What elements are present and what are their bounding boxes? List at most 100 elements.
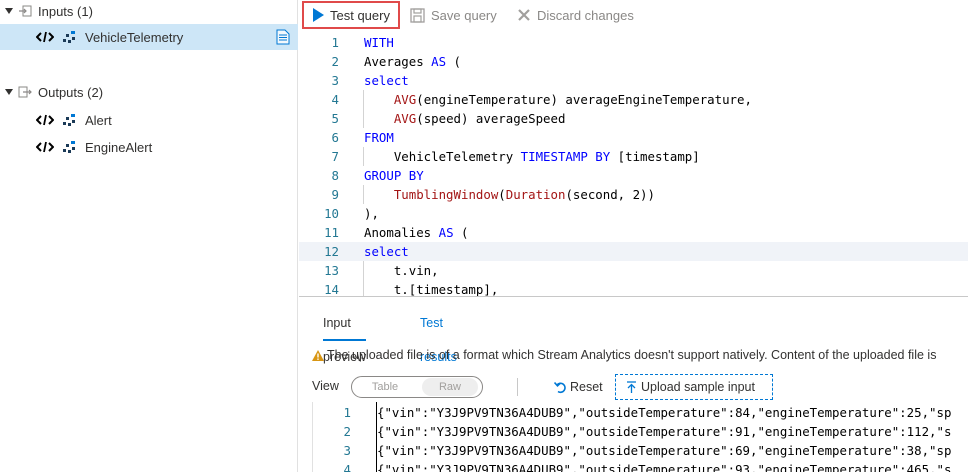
editor-line[interactable]: 8 GROUP BY — [299, 166, 968, 185]
editor-line[interactable]: 4 AVG(engineTemperature) averageEngineTe… — [299, 90, 968, 109]
document-icon[interactable] — [276, 29, 290, 45]
panel-divider[interactable] — [299, 296, 968, 297]
editor-line[interactable]: 11 Anomalies AS ( — [299, 223, 968, 242]
editor-line[interactable]: 14 t.[timestamp], — [299, 280, 968, 296]
test-query-button[interactable]: Test query — [302, 1, 400, 29]
code-text[interactable]: ), — [364, 204, 379, 223]
output-icon — [18, 86, 32, 98]
preview-line: 1 {"vin":"Y3J9PV9TN36A4DUB9","outsideTemp… — [313, 403, 968, 422]
play-icon — [313, 8, 324, 22]
line-number: 10 — [324, 206, 339, 221]
code-text[interactable]: VehicleTelemetry TIMESTAMP BY [timestamp… — [364, 147, 700, 166]
view-label: View — [312, 379, 339, 393]
tree-item-label: VehicleTelemetry — [85, 29, 184, 45]
inputs-group-header[interactable]: Inputs (1) — [0, 0, 93, 22]
preview-line: 3 {"vin":"Y3J9PV9TN36A4DUB9","outsideTemp… — [313, 441, 968, 460]
reset-label: Reset — [570, 380, 603, 394]
tab-input-preview[interactable]: Input preview — [323, 306, 367, 364]
upload-icon — [627, 380, 636, 393]
line-number: 13 — [324, 263, 339, 278]
tree-item-label: EngineAlert — [85, 139, 153, 155]
editor-line[interactable]: 10), — [299, 204, 968, 223]
toggle-raw-option[interactable]: Raw — [422, 378, 478, 396]
tree-item-label: Alert — [85, 112, 112, 128]
line-number: 3 — [331, 73, 339, 88]
tab-test-results[interactable]: Test results — [420, 306, 457, 364]
code-text[interactable]: Averages AS ( — [364, 52, 461, 71]
code-text[interactable]: GROUP BY — [364, 166, 424, 185]
reset-button[interactable]: Reset — [554, 378, 603, 396]
toggle-table-option[interactable]: Table — [353, 378, 417, 396]
editor-line[interactable]: 12 select — [299, 242, 968, 261]
editor-line[interactable]: 13 t.vin, — [299, 261, 968, 280]
indent-guide — [363, 90, 364, 128]
resource-tree: Inputs (1) VehicleTelemetry Outputs (2) … — [0, 0, 298, 472]
line-number: 2 — [331, 54, 339, 69]
inputs-group-label: Inputs (1) — [38, 3, 93, 19]
save-icon — [410, 7, 425, 23]
editor-line[interactable]: 6 FROM — [299, 128, 968, 147]
preview-controls: View Table Raw Reset Upload sample input — [299, 374, 968, 400]
toolbar-divider — [517, 378, 518, 396]
indent-guide — [363, 261, 364, 296]
code-icon — [36, 141, 54, 153]
discard-changes-label: Discard changes — [537, 7, 634, 23]
code-text[interactable]: WITH — [364, 33, 394, 52]
editor-line[interactable]: 7 VehicleTelemetry TIMESTAMP BY [timesta… — [299, 147, 968, 166]
outputs-group-header[interactable]: Outputs (2) — [0, 81, 103, 103]
test-query-label: Test query — [330, 7, 390, 23]
code-text[interactable]: select — [364, 71, 409, 90]
code-text[interactable]: select — [364, 242, 409, 261]
preview-line: 2 {"vin":"Y3J9PV9TN36A4DUB9","outsideTemp… — [313, 422, 968, 441]
editor-line[interactable]: 3 select — [299, 71, 968, 90]
line-number: 1 — [343, 405, 351, 420]
tree-item-vehicletelemetry[interactable]: VehicleTelemetry — [0, 24, 298, 50]
code-text[interactable]: FROM — [364, 128, 394, 147]
format-warning: The uploaded file is of a format which S… — [312, 346, 968, 364]
line-number: 9 — [331, 187, 339, 202]
warning-icon — [312, 349, 324, 361]
save-query-button[interactable]: Save query — [410, 1, 497, 29]
code-text[interactable]: t.[timestamp], — [364, 280, 498, 296]
json-record: {"vin":"Y3J9PV9TN36A4DUB9","outsideTempe… — [377, 443, 952, 458]
line-number: 5 — [331, 111, 339, 126]
code-text[interactable]: TumblingWindow(Duration(second, 2)) — [364, 185, 655, 204]
view-toggle[interactable]: Table Raw — [351, 376, 483, 398]
code-text[interactable]: AVG(engineTemperature) averageEngineTemp… — [364, 90, 752, 109]
query-editor[interactable]: 1 WITH 2 Averages AS (3 select 4 AVG(engineTe… — [299, 30, 968, 296]
editor-line[interactable]: 1 WITH — [299, 33, 968, 52]
line-number: 2 — [343, 424, 351, 439]
upload-sample-input-button[interactable]: Upload sample input — [615, 374, 773, 400]
save-query-label: Save query — [431, 7, 497, 23]
stream-input-icon — [63, 31, 75, 43]
line-number: 11 — [324, 225, 339, 240]
editor-line[interactable]: 5 AVG(speed) averageSpeed — [299, 109, 968, 128]
line-number: 3 — [343, 443, 351, 458]
tree-item-alert[interactable]: Alert — [0, 107, 298, 133]
code-icon — [36, 114, 54, 126]
discard-changes-button[interactable]: Discard changes — [517, 1, 634, 29]
stream-output-icon — [63, 141, 75, 153]
json-record: {"vin":"Y3J9PV9TN36A4DUB9","outsideTempe… — [377, 462, 952, 472]
code-icon — [36, 31, 54, 43]
close-icon — [518, 9, 530, 21]
caret-down-icon[interactable] — [4, 87, 14, 97]
upload-label: Upload sample input — [641, 380, 755, 394]
stream-output-icon — [63, 114, 75, 126]
line-number: 4 — [331, 92, 339, 107]
code-text[interactable]: AVG(speed) averageSpeed — [364, 109, 566, 128]
code-text[interactable]: Anomalies AS ( — [364, 223, 468, 242]
tree-item-enginealert[interactable]: EngineAlert — [0, 134, 298, 160]
caret-down-icon[interactable] — [4, 6, 14, 16]
editor-line[interactable]: 2 Averages AS ( — [299, 52, 968, 71]
line-number: 4 — [343, 462, 351, 472]
editor-line[interactable]: 9 TumblingWindow(Duration(second, 2)) — [299, 185, 968, 204]
input-icon — [19, 5, 32, 17]
warning-text: The uploaded file is of a format which S… — [327, 348, 937, 362]
line-number: 7 — [331, 149, 339, 164]
line-number: 6 — [331, 130, 339, 145]
code-text[interactable]: t.vin, — [364, 261, 439, 280]
json-record: {"vin":"Y3J9PV9TN36A4DUB9","outsideTempe… — [377, 405, 952, 420]
raw-input-preview[interactable]: 1 {"vin":"Y3J9PV9TN36A4DUB9","outsideTemp… — [312, 402, 968, 472]
query-toolbar: Test query Save query Discard changes — [299, 0, 968, 30]
